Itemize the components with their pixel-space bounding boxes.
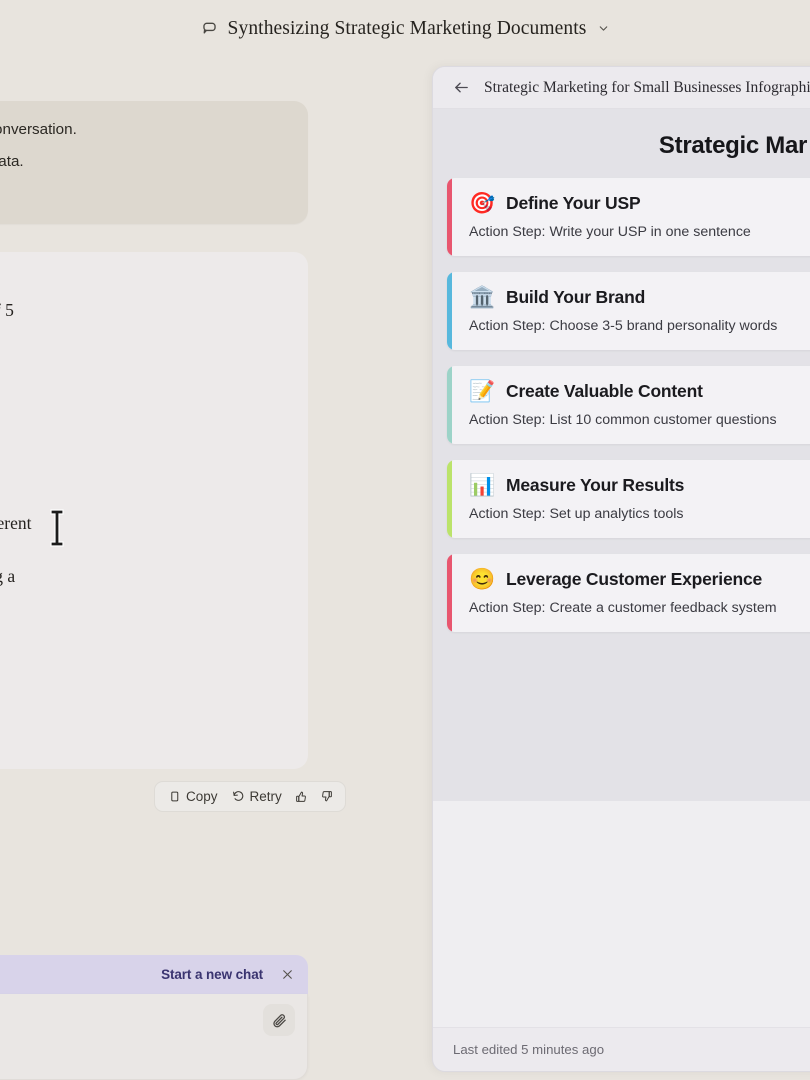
card-title: Build Your Brand	[506, 287, 645, 308]
infographic-card[interactable]: 📊 Measure Your Results Action Step: Set …	[447, 460, 810, 538]
thumbs-up-icon	[295, 790, 308, 803]
conversation-title-button[interactable]: Synthesizing Strategic Marketing Documen…	[190, 15, 621, 43]
user-message-line: hat would best explain the data.	[0, 146, 292, 178]
assistant-message-line: nnels or showing the relative	[0, 457, 288, 484]
retry-button[interactable]: Retry	[227, 787, 287, 806]
infographic-sheet: Strategic Mar 🎯 Define Your USP Action S…	[433, 109, 810, 801]
card-title: Create Valuable Content	[506, 381, 703, 402]
attach-file-button[interactable]	[263, 1004, 295, 1036]
artifact-title: Strategic Marketing for Small Businesses…	[484, 79, 810, 97]
card-header: 🏛️ Build Your Brand	[469, 287, 810, 308]
artifact-header: Strategic Marketing for Small Businesses…	[433, 67, 810, 109]
thumbs-up-button[interactable]	[291, 788, 312, 805]
back-arrow-icon[interactable]	[453, 79, 470, 96]
chat-column: s by Claude in a separate conversation. …	[0, 57, 322, 1080]
close-icon[interactable]	[281, 968, 294, 981]
assistant-message-line: rategic marketing guide, I'll	[0, 270, 288, 297]
chat-bubbles-icon	[200, 19, 219, 38]
infographic-card[interactable]: 🎯 Define Your USP Action Step: Write you…	[447, 178, 810, 256]
direct-hit-icon: 🎯	[469, 193, 494, 214]
infographic-card[interactable]: 😊 Leverage Customer Experience Action St…	[447, 554, 810, 632]
memo-icon: 📝	[469, 381, 494, 402]
last-edited-label: Last edited 5 minutes ago	[453, 1042, 604, 1057]
assistant-message-line: g and improving marketing	[0, 616, 288, 643]
top-bar: Synthesizing Strategic Marketing Documen…	[0, 0, 810, 57]
card-action-step: Action Step: Choose 3-5 brand personalit…	[469, 318, 810, 334]
artifact-panel: Strategic Marketing for Small Businesses…	[432, 66, 810, 1072]
card-action-step: Action Step: List 10 common customer que…	[469, 412, 810, 428]
message-actions-toolbar: Copy Retry	[154, 781, 346, 812]
start-new-chat-banner[interactable]: Start a new chat	[0, 955, 308, 994]
card-header: 📝 Create Valuable Content	[469, 381, 810, 402]
card-action-step: Action Step: Set up analytics tools	[469, 506, 810, 522]
thumbs-down-button[interactable]	[316, 788, 337, 805]
user-message-line: s by Claude in a separate conversation.	[0, 114, 292, 146]
claude-app-window: Synthesizing Strategic Marketing Documen…	[0, 0, 810, 1080]
bar-chart-icon: 📊	[469, 475, 494, 496]
card-action-step: Action Step: Create a customer feedback …	[469, 600, 810, 616]
assistant-message-line: d their relationships.	[0, 403, 288, 430]
assistant-message-line: ible and memorable for small	[0, 696, 288, 723]
user-message: s by Claude in a separate conversation. …	[0, 101, 308, 224]
card-header: 🎯 Define Your USP	[469, 193, 810, 214]
smiling-face-icon: 😊	[469, 569, 494, 590]
artifact-footer: Last edited 5 minutes ago	[433, 1027, 810, 1071]
message-composer[interactable]	[0, 994, 308, 1080]
thumbs-down-icon	[320, 790, 333, 803]
copy-button-label: Copy	[186, 789, 218, 804]
copy-icon	[168, 790, 181, 803]
card-title: Measure Your Results	[506, 475, 684, 496]
composer-area: Start a new chat	[0, 955, 322, 1080]
infographic-card[interactable]: 📝 Create Valuable Content Action Step: L…	[447, 366, 810, 444]
card-title: Leverage Customer Experience	[506, 569, 762, 590]
artifact-content-scroll[interactable]: Strategic Mar 🎯 Define Your USP Action S…	[433, 109, 810, 1027]
chevron-down-icon[interactable]	[595, 22, 610, 35]
user-message-line: o be visualized.	[0, 178, 292, 210]
card-action-step: Action Step: Write your USP in one sente…	[469, 224, 810, 240]
classical-building-icon: 🏛️	[469, 287, 494, 308]
assistant-message-line: like building a brand or defining a	[0, 563, 288, 590]
assistant-message-line: ing efforts or budget across different	[0, 510, 288, 537]
assistant-message-line: ented. Here's a prioritized list of 5	[0, 297, 288, 324]
message-input[interactable]	[0, 994, 307, 1079]
page-title: Synthesizing Strategic Marketing Documen…	[228, 18, 587, 40]
start-new-chat-label: Start a new chat	[161, 967, 263, 982]
chat-scroll-area[interactable]: s by Claude in a separate conversation. …	[0, 57, 322, 952]
card-header: 📊 Measure Your Results	[469, 475, 810, 496]
assistant-message: rategic marketing guide, I'll ented. Her…	[0, 252, 308, 769]
card-title: Define Your USP	[506, 193, 640, 214]
assistant-message-line: rview of the entire strategic	[0, 350, 288, 377]
infographic-card[interactable]: 🏛️ Build Your Brand Action Step: Choose …	[447, 272, 810, 350]
infographic-title: Strategic Mar	[552, 132, 810, 160]
assistant-message-line: he key points of the strategic	[0, 669, 288, 696]
infographic-footer-note: Remember: Start small, be cor	[629, 648, 810, 663]
retry-button-label: Retry	[250, 789, 282, 804]
card-header: 😊 Leverage Customer Experience	[469, 569, 810, 590]
copy-button[interactable]: Copy	[163, 787, 223, 806]
paperclip-icon	[271, 1012, 288, 1029]
retry-icon	[232, 790, 245, 803]
